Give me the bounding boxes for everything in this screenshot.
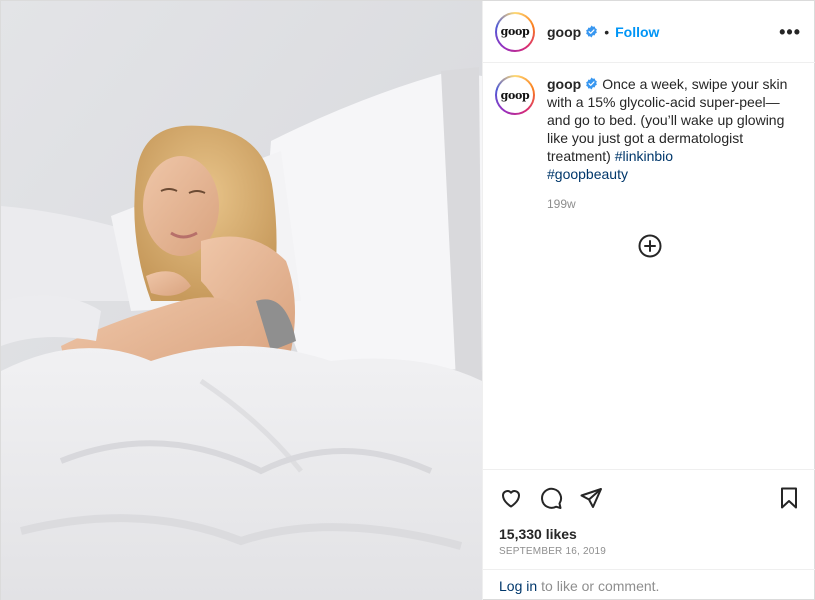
- comment-icon: [541, 487, 563, 509]
- save-button[interactable]: [777, 486, 801, 510]
- heart-icon: [502, 490, 520, 508]
- bookmark-icon: [781, 487, 797, 509]
- caption-row: goop goop Once a week, swipe your skin wi…: [495, 75, 797, 213]
- caption-text-block: goop Once a week, swipe your skin with a …: [547, 75, 797, 213]
- header-avatar[interactable]: goop: [495, 11, 535, 52]
- share-button[interactable]: [579, 486, 603, 510]
- post-card: goop goop • Follow ••• goop goopOnce a: [0, 0, 815, 600]
- post-photo[interactable]: [1, 1, 482, 600]
- comments-section: goop goop Once a week, swipe your skin wi…: [483, 63, 815, 469]
- avatar-inner: goop: [497, 77, 533, 113]
- verified-badge-icon: [586, 25, 598, 38]
- woman-in-bed-photo: [1, 1, 482, 600]
- plus-circle-icon[interactable]: [638, 234, 662, 258]
- follow-button[interactable]: Follow: [615, 24, 659, 40]
- caption-time-ago: 199w: [547, 197, 576, 211]
- caption-avatar[interactable]: goop: [495, 75, 535, 115]
- avatar-logo-text: goop: [500, 25, 530, 38]
- post-actions: 15,330 likes SEPTEMBER 16, 2019: [483, 469, 815, 569]
- more-options-icon[interactable]: •••: [779, 23, 801, 41]
- comment-button[interactable]: [539, 486, 563, 510]
- like-button[interactable]: [499, 486, 523, 510]
- like-count[interactable]: 15,330 likes: [499, 526, 577, 542]
- post-date: SEPTEMBER 16, 2019: [499, 546, 606, 557]
- action-icons-group: [499, 486, 603, 510]
- caption-username[interactable]: goop: [547, 76, 602, 92]
- paper-plane-icon: [580, 488, 602, 508]
- hashtag-link[interactable]: #linkinbio: [615, 148, 673, 164]
- header-separator: •: [604, 23, 610, 40]
- hashtag-link[interactable]: #goopbeauty: [547, 166, 628, 182]
- caption-paragraph: goop Once a week, swipe your skin with a …: [547, 75, 797, 183]
- avatar-inner: goop: [497, 13, 533, 50]
- header-username[interactable]: goop: [547, 24, 581, 40]
- post-side-panel: goop goop • Follow ••• goop goopOnce a: [482, 1, 815, 600]
- verified-badge-icon: [586, 77, 598, 90]
- login-prompt: Log in to like or comment.: [483, 569, 815, 600]
- login-link[interactable]: Log in: [499, 578, 537, 594]
- login-prompt-text: to like or comment.: [541, 577, 660, 594]
- caption-username-text[interactable]: goop: [547, 76, 581, 92]
- post-header: goop goop • Follow •••: [483, 1, 815, 63]
- avatar-logo-text: goop: [500, 88, 530, 102]
